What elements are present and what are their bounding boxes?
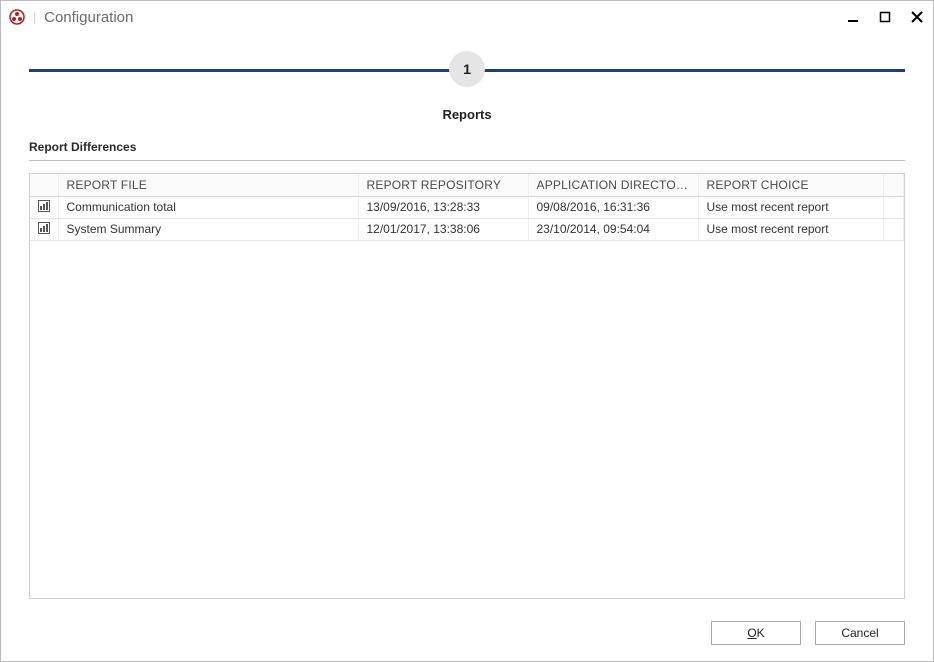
- ok-mnemonic: O: [747, 626, 756, 640]
- titlebar-separator: |: [33, 10, 36, 24]
- cell-pad: [884, 218, 904, 240]
- ok-rest: K: [757, 626, 765, 640]
- ok-button[interactable]: OK: [711, 621, 801, 645]
- app-icon: [9, 9, 25, 25]
- col-header-appdir[interactable]: APPLICATION DIRECTORY: [528, 174, 698, 196]
- cell-choice: Use most recent report: [698, 196, 884, 218]
- cell-appdir: 23/10/2014, 09:54:04: [528, 218, 698, 240]
- report-differences-grid[interactable]: REPORT FILE REPORT REPOSITORY APPLICATIO…: [29, 173, 905, 599]
- maximize-button[interactable]: [875, 7, 895, 27]
- cell-file: Communication total: [58, 196, 358, 218]
- report-icon: [37, 221, 51, 235]
- report-table: REPORT FILE REPORT REPOSITORY APPLICATIO…: [30, 174, 904, 241]
- close-button[interactable]: [907, 7, 927, 27]
- cell-repo: 13/09/2016, 13:28:33: [358, 196, 528, 218]
- cell-pad: [884, 196, 904, 218]
- step-progress: 1: [29, 51, 905, 87]
- step-badge: 1: [449, 51, 485, 87]
- content-area: Report Differences REPORT FILE REPORT RE…: [1, 130, 933, 611]
- titlebar: | Configuration: [1, 1, 933, 33]
- col-header-icon[interactable]: [30, 174, 58, 196]
- section-header: Report Differences: [29, 140, 905, 161]
- col-header-choice[interactable]: REPORT CHOICE: [698, 174, 884, 196]
- col-header-pad: [884, 174, 904, 196]
- wizard-step-header: 1 Reports: [1, 33, 933, 130]
- minimize-button[interactable]: [843, 7, 863, 27]
- cell-file: System Summary: [58, 218, 358, 240]
- configuration-dialog: | Configuration 1 Reports Report Differe…: [0, 0, 934, 662]
- row-icon-cell: [30, 218, 58, 240]
- cell-appdir: 09/08/2016, 16:31:36: [528, 196, 698, 218]
- table-row[interactable]: System Summary 12/01/2017, 13:38:06 23/1…: [30, 218, 904, 240]
- col-header-file[interactable]: REPORT FILE: [58, 174, 358, 196]
- window-title: Configuration: [44, 9, 133, 26]
- table-header-row: REPORT FILE REPORT REPOSITORY APPLICATIO…: [30, 174, 904, 196]
- cell-repo: 12/01/2017, 13:38:06: [358, 218, 528, 240]
- step-number: 1: [463, 61, 471, 77]
- report-icon: [37, 199, 51, 213]
- cell-choice: Use most recent report: [698, 218, 884, 240]
- cancel-button[interactable]: Cancel: [815, 621, 905, 645]
- col-header-repo[interactable]: REPORT REPOSITORY: [358, 174, 528, 196]
- dialog-footer: OK Cancel: [1, 611, 933, 661]
- row-icon-cell: [30, 196, 58, 218]
- step-title: Reports: [29, 107, 905, 122]
- window-controls: [843, 7, 927, 27]
- table-row[interactable]: Communication total 13/09/2016, 13:28:33…: [30, 196, 904, 218]
